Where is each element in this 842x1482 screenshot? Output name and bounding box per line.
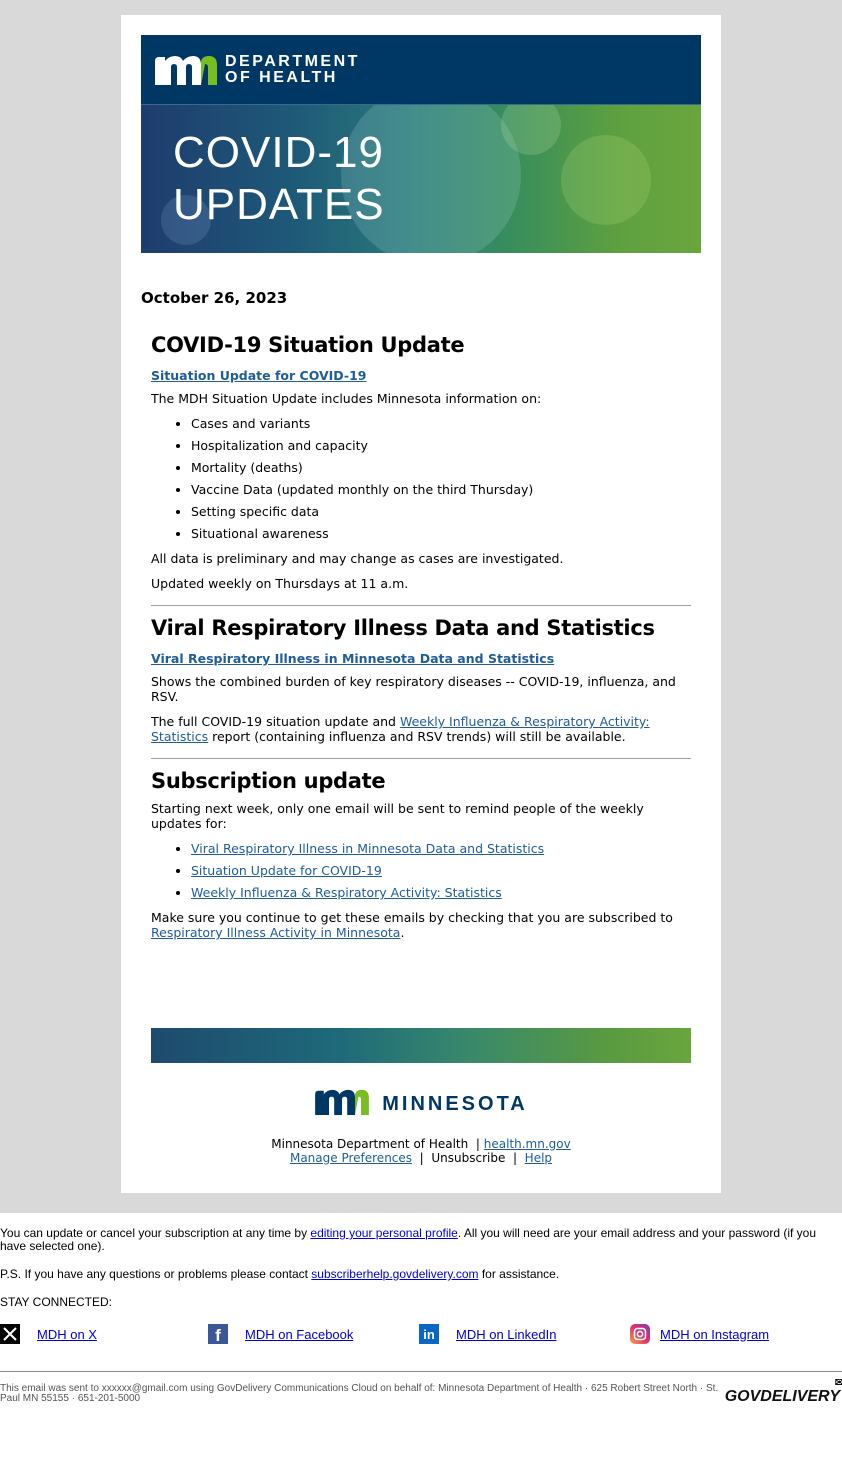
- section-intro: The MDH Situation Update includes Minnes…: [151, 391, 542, 406]
- info-list: Cases and variants Hospitalization and c…: [151, 416, 691, 541]
- mdh-instagram-link[interactable]: MDH on Instagram: [660, 1327, 769, 1342]
- header-banner: DEPARTMENT OF HEALTH: [141, 35, 701, 105]
- logo-line-2: OF HEALTH: [225, 68, 338, 86]
- hero-line-1: COVID-19: [173, 128, 384, 177]
- mdh-facebook-link[interactable]: MDH on Facebook: [245, 1327, 353, 1342]
- minnesota-logo: MINNESOTA: [141, 1089, 701, 1119]
- list-item: Vaccine Data (updated monthly on the thi…: [191, 482, 691, 497]
- footer-banner: [151, 1028, 691, 1063]
- hero-title: COVID-19 UPDATES: [173, 127, 385, 231]
- viral-respiratory-link[interactable]: Viral Respiratory Illness in Minnesota D…: [151, 651, 554, 666]
- facebook-icon[interactable]: f: [208, 1324, 228, 1345]
- situation-update-link[interactable]: Situation Update for COVID-19: [151, 368, 367, 383]
- viral-respiratory-list-link[interactable]: Viral Respiratory Illness in Minnesota D…: [191, 841, 544, 856]
- closing-note: Make sure you continue to get these emai…: [151, 910, 691, 940]
- mdh-linkedin-link[interactable]: MDH on LinkedIn: [456, 1327, 556, 1342]
- section-viral-respiratory: Viral Respiratory Illness Data and Stati…: [151, 616, 691, 744]
- govdelivery-logo: GOVDELIVERY ✉: [724, 1377, 842, 1406]
- help-link[interactable]: Help: [525, 1151, 552, 1165]
- update-schedule-note: Updated weekly on Thursdays at 11 a.m.: [151, 576, 409, 591]
- text: The full COVID-19 situation update and: [151, 714, 400, 729]
- separator: |: [419, 1151, 424, 1165]
- manage-preferences-link[interactable]: Manage Preferences: [290, 1151, 412, 1165]
- list-item: Setting specific data: [191, 504, 691, 519]
- weekly-influenza-list-link[interactable]: Weekly Influenza & Respiratory Activity:…: [191, 885, 502, 900]
- text: Make sure you continue to get these emai…: [151, 910, 673, 925]
- envelope-icon: ✉: [834, 1377, 842, 1389]
- divider: [151, 605, 691, 606]
- text: report (containing influenza and RSV tre…: [208, 729, 626, 744]
- unsubscribe-link[interactable]: Unsubscribe: [431, 1151, 505, 1165]
- email-card: DEPARTMENT OF HEALTH COVID-19 UPDATES Oc…: [121, 15, 721, 1193]
- section-intro: Starting next week, only one email will …: [151, 801, 644, 831]
- text: .: [400, 925, 405, 940]
- list-item: Cases and variants: [191, 416, 691, 431]
- hero-line-2: UPDATES: [173, 180, 385, 229]
- separator: |: [475, 1137, 480, 1151]
- section-title: COVID-19 Situation Update: [151, 333, 465, 357]
- linkedin-icon[interactable]: in: [419, 1324, 439, 1344]
- legal-text: This email was sent to xxxxxx@gmail.com …: [0, 1383, 719, 1404]
- divider: [151, 758, 691, 759]
- content: COVID-19 Situation Update Situation Upda…: [141, 333, 701, 940]
- ps-text: P.S. If you have any questions or proble…: [0, 1268, 842, 1281]
- full-report-note: The full COVID-19 situation update and W…: [151, 714, 691, 744]
- preliminary-note: All data is preliminary and may change a…: [151, 551, 564, 566]
- section-subscription: Subscription update Starting next week, …: [151, 769, 691, 940]
- x-icon[interactable]: [0, 1324, 20, 1344]
- list-item: Situation Update for COVID-19: [191, 863, 691, 878]
- text: You can update or cancel your subscripti…: [0, 1226, 311, 1240]
- link-list: Viral Respiratory Illness in Minnesota D…: [151, 841, 691, 900]
- social-x: MDH on X: [0, 1324, 208, 1344]
- minnesota-wordmark: MINNESOTA: [382, 1092, 528, 1115]
- section-title: Subscription update: [151, 769, 386, 793]
- mdh-x-link[interactable]: MDH on X: [37, 1327, 97, 1342]
- govdelivery-footer: You can update or cancel your subscripti…: [0, 1213, 842, 1406]
- logo-line-1: DEPARTMENT: [225, 52, 360, 70]
- list-item: Mortality (deaths): [191, 460, 691, 475]
- text: for assistance.: [478, 1267, 560, 1281]
- list-item: Situational awareness: [191, 526, 691, 541]
- subscriber-help-link[interactable]: subscriberhelp.govdelivery.com: [311, 1267, 478, 1281]
- email-background: DEPARTMENT OF HEALTH COVID-19 UPDATES Oc…: [0, 0, 842, 1213]
- list-item: Hospitalization and capacity: [191, 438, 691, 453]
- section-covid-situation: COVID-19 Situation Update Situation Upda…: [151, 333, 691, 591]
- list-item: Viral Respiratory Illness in Minnesota D…: [191, 841, 691, 856]
- section-title: Viral Respiratory Illness Data and Stati…: [151, 616, 655, 640]
- org-name: Minnesota Department of Health: [271, 1137, 469, 1151]
- mn-logo-icon: [314, 1089, 370, 1119]
- legal-footer: This email was sent to xxxxxx@gmail.com …: [0, 1371, 842, 1406]
- social-facebook: f MDH on Facebook: [208, 1324, 419, 1345]
- social-instagram: MDH on Instagram: [630, 1324, 769, 1344]
- text: P.S. If you have any questions or proble…: [0, 1267, 312, 1281]
- govdelivery-wordmark: GOVDELIVERY: [724, 1388, 840, 1405]
- update-subscription-text: You can update or cancel your subscripti…: [0, 1227, 842, 1253]
- newsletter-date: October 26, 2023: [141, 289, 288, 307]
- mn-logo-icon: [155, 55, 217, 85]
- health-site-link[interactable]: health.mn.gov: [484, 1137, 571, 1151]
- section-description: Shows the combined burden of key respira…: [151, 674, 676, 704]
- instagram-icon[interactable]: [630, 1324, 650, 1344]
- hero-banner: COVID-19 UPDATES: [141, 105, 701, 253]
- situation-update-list-link[interactable]: Situation Update for COVID-19: [191, 863, 382, 878]
- footer-links: Minnesota Department of Health | health.…: [141, 1137, 701, 1165]
- stay-connected-label: STAY CONNECTED:: [0, 1295, 113, 1309]
- edit-profile-link[interactable]: editing your personal profile: [310, 1226, 457, 1240]
- list-item: Weekly Influenza & Respiratory Activity:…: [191, 885, 691, 900]
- logo-text: DEPARTMENT OF HEALTH: [225, 52, 360, 86]
- social-linkedin: in MDH on LinkedIn: [419, 1324, 630, 1344]
- separator: |: [512, 1151, 518, 1165]
- social-links: MDH on X f MDH on Facebook in MDH on Lin…: [0, 1323, 842, 1345]
- respiratory-activity-link[interactable]: Respiratory Illness Activity in Minnesot…: [151, 925, 400, 940]
